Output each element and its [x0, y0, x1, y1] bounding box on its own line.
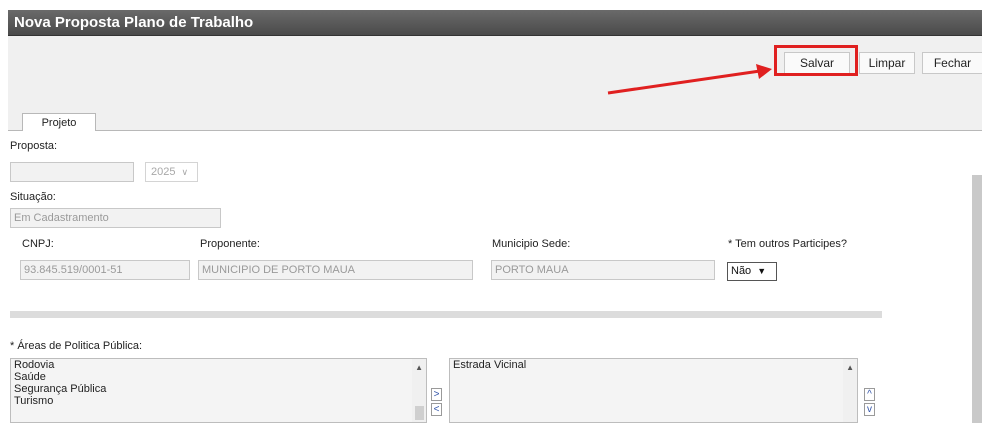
window-title: Nova Proposta Plano de Trabalho	[8, 10, 982, 36]
save-button-highlight	[774, 45, 858, 76]
cnpj-field: 93.845.519/0001-51	[20, 260, 190, 280]
scroll-up-icon[interactable]: ▲	[846, 363, 854, 372]
list-item[interactable]: Estrada Vicinal	[450, 359, 857, 371]
add-area-button[interactable]: >	[431, 388, 442, 401]
scroll-thumb[interactable]	[415, 406, 424, 420]
municipio-field: PORTO MAUA	[491, 260, 715, 280]
red-arrow-annotation	[607, 64, 772, 95]
areas-selected-list[interactable]: Estrada Vicinal ▲	[449, 358, 858, 423]
participes-label: * Tem outros Participes?	[728, 238, 848, 250]
situacao-field: Em Cadastramento	[10, 208, 221, 228]
list-item[interactable]: Segurança Pública	[11, 383, 426, 395]
proposta-input[interactable]	[10, 162, 134, 182]
chevron-down-icon: ∨	[181, 167, 189, 177]
situacao-label: Situação:	[10, 191, 56, 203]
participes-value: Não	[731, 265, 752, 277]
move-down-button[interactable]: v	[864, 403, 875, 416]
move-up-button[interactable]: ^	[864, 388, 875, 401]
proponente-field: MUNICIPIO DE PORTO MAUA	[198, 260, 473, 280]
proponente-label: Proponente:	[200, 238, 260, 250]
chevron-down-icon: ▼	[757, 266, 767, 276]
tab-projeto[interactable]: Projeto	[22, 113, 96, 131]
list-scrollbar[interactable]: ▲	[843, 359, 857, 422]
list-scrollbar[interactable]: ▲	[412, 359, 426, 422]
list-item[interactable]: Turismo	[11, 395, 426, 407]
cnpj-label: CNPJ:	[22, 238, 54, 250]
list-item[interactable]: Rodovia	[11, 359, 426, 371]
clear-button[interactable]: Limpar	[859, 52, 915, 74]
proposta-year-value: 2025	[151, 166, 176, 178]
proposta-year-select[interactable]: 2025 ∨	[145, 162, 198, 182]
areas-available-list[interactable]: Rodovia Saúde Segurança Pública Turismo …	[10, 358, 427, 423]
proposta-label: Proposta:	[10, 140, 58, 152]
municipio-label: Municipio Sede:	[492, 238, 571, 250]
areas-label: * Áreas de Politica Pública:	[10, 340, 143, 352]
remove-area-button[interactable]: <	[431, 403, 442, 416]
page-scrollbar[interactable]	[972, 175, 982, 423]
scroll-up-icon[interactable]: ▲	[415, 363, 423, 372]
list-item[interactable]: Saúde	[11, 371, 426, 383]
close-button[interactable]: Fechar	[922, 52, 982, 74]
section-divider	[10, 311, 882, 318]
participes-select[interactable]: Não ▼	[727, 262, 777, 281]
